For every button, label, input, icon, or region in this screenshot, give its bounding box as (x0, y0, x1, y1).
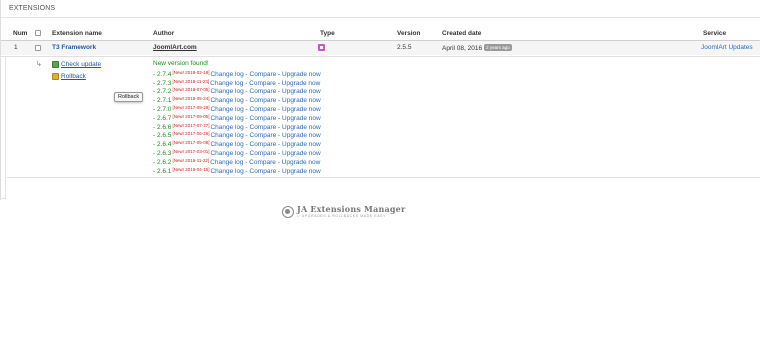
version-number: - 2.7.0 (153, 105, 172, 113)
plugin-icon (318, 44, 325, 51)
version-list-item: - 2.6.1[New! 2016-04-15]Change log - Com… (153, 166, 321, 175)
table-row: 1 T3 Framework JoomlArt.com 2.5.5 April … (1, 41, 760, 55)
version-date: [New! 2018-05-24] (172, 96, 210, 102)
version-action-links[interactable]: Change log - Compare - Upgrade now (210, 71, 320, 78)
version-number: - 2.6.1 (153, 167, 172, 175)
check-update-label: Check update (61, 61, 102, 68)
rollback-label: Rollback (61, 73, 86, 80)
author-link[interactable]: JoomlArt.com (153, 44, 197, 51)
version-action-links[interactable]: Change log - Compare - Upgrade now (210, 106, 320, 113)
version-list-item: - 2.7.1[New! 2018-05-24]Change log - Com… (153, 95, 321, 104)
new-version-found-text: New version found! (153, 60, 209, 67)
version-action-links[interactable]: Change log - Compare - Upgrade now (210, 150, 320, 157)
ja-extensions-manager-logo: JA Extensions Manager // UPGRADES & ROLL… (282, 205, 405, 219)
row-divider (1, 56, 760, 57)
table-header: Num Extension name Author Type Version C… (1, 28, 760, 40)
version-date: [New! 2018-07-05] (172, 87, 210, 93)
panel-title: EXTENSIONS (9, 5, 56, 12)
version-list-item: - 2.7.4[New! 2018-02-18]Change log - Com… (153, 69, 321, 78)
created-ago-badge: 2 years ago (484, 44, 512, 51)
header-version: Version (397, 30, 421, 37)
header-created-date: Created date (442, 30, 482, 37)
version-list-item: - 2.6.5[New! 2017-06-26]Change log - Com… (153, 130, 321, 139)
version-date: [New! 2017-09-29] (172, 104, 210, 110)
version-date: [New! 2017-03-01] (172, 148, 210, 154)
version-number: - 2.7.4 (153, 70, 172, 78)
version-action-links[interactable]: Change log - Compare - Upgrade now (210, 115, 320, 122)
version-list-item: - 2.6.4[New! 2017-05-08]Change log - Com… (153, 139, 321, 148)
header-type: Type (320, 30, 335, 37)
version-date: [New! 2016-04-15] (172, 166, 210, 172)
select-all-checkbox[interactable] (35, 30, 41, 36)
sub-row-arrow-icon: ↳ (36, 61, 42, 68)
rollback-tooltip: Rollback (114, 92, 144, 102)
version-action-links[interactable]: Change log - Compare - Upgrade now (210, 159, 320, 166)
version-number: - 2.6.3 (153, 149, 172, 157)
title-divider (1, 17, 760, 18)
version-list-item: - 2.7.2[New! 2018-07-05]Change log - Com… (153, 86, 321, 95)
header-extension-name: Extension name (52, 30, 102, 37)
rollback-button[interactable]: Rollback (52, 73, 86, 80)
version-number: - 2.6.2 (153, 158, 172, 166)
version-date: [New! 2018-02-18] (172, 69, 210, 75)
extensions-panel: EXTENSIONS Num Extension name Author Typ… (0, 0, 760, 200)
extension-name-link[interactable]: T3 Framework (52, 44, 96, 51)
version-list-item: - 2.6.6[New! 2017-07-27]Change log - Com… (153, 122, 321, 131)
check-update-button[interactable]: Check update (52, 61, 101, 68)
check-update-icon (52, 61, 59, 68)
version-date: [New! 2017-05-08] (172, 140, 210, 146)
row-num: 1 (14, 44, 18, 51)
update-versions-list: New version found! - 2.7.4[New! 2018-02-… (153, 60, 321, 175)
version-list-item: - 2.7.0[New! 2017-09-29]Change log - Com… (153, 104, 321, 113)
version-number: - 2.6.7 (153, 114, 172, 122)
header-num: Num (13, 30, 28, 37)
table-bottom-divider (7, 177, 760, 178)
version-list-item: - 2.6.3[New! 2017-03-01]Change log - Com… (153, 148, 321, 157)
rollback-icon (52, 73, 59, 80)
header-author: Author (153, 30, 175, 37)
left-sidebar-edge (0, 57, 6, 199)
ja-logo-icon (282, 206, 294, 218)
version-list-item: - 2.6.2[New! 2016-11-22]Change log - Com… (153, 157, 321, 166)
logo-subtitle: // UPGRADES & ROLLBACKS MADE EASY (297, 214, 387, 218)
version-date: [New! 2017-07-27] (172, 122, 210, 128)
created-date-text: April 08, 2016 (442, 45, 483, 52)
version-date: [New! 2018-11-23] (172, 78, 210, 84)
version-date: [New! 2016-11-22] (172, 157, 210, 163)
version-date: [New! 2017-06-26] (172, 131, 210, 137)
version-list-item: - 2.7.3[New! 2018-11-23]Change log - Com… (153, 78, 321, 87)
row-created-date: April 08, 2016 2 years ago (442, 44, 512, 52)
version-date: [New! 2017-09-05] (172, 113, 210, 119)
row-version: 2.5.5 (397, 44, 412, 51)
service-link[interactable]: JoomlArt Updates (701, 44, 753, 51)
row-checkbox[interactable] (35, 45, 41, 51)
logo-title: JA Extensions Manager (297, 204, 406, 214)
header-service: Service (703, 30, 727, 37)
version-action-links[interactable]: Change log - Compare - Upgrade now (210, 168, 320, 175)
version-list-item: - 2.6.7[New! 2017-09-05]Change log - Com… (153, 113, 321, 122)
